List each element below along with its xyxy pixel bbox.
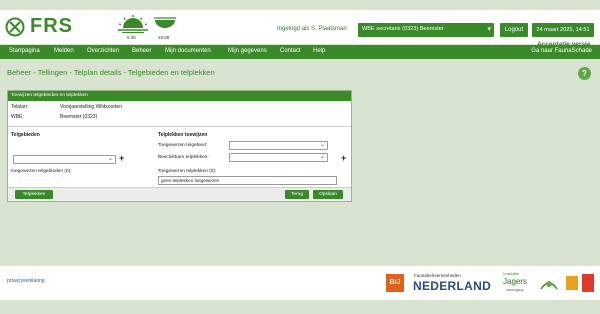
wbe-value: Beemster (0323) xyxy=(60,114,98,120)
terug-button[interactable]: Terug xyxy=(285,190,309,199)
assigned-area-label: Toegewezen telgebied: xyxy=(158,143,208,148)
chevron-down-icon: ⌄ xyxy=(107,156,113,162)
panel-title: Toewijzen telgebieden en telplekken xyxy=(8,91,351,101)
nav-item-mijn-gegevens[interactable]: Mijn gegevens xyxy=(228,48,267,54)
nav-item-melden[interactable]: Melden xyxy=(54,48,74,54)
add-telgebied-button[interactable]: + xyxy=(119,153,124,163)
assigned-spots-list[interactable]: geen telplekken toegewezen xyxy=(158,176,337,185)
assigned-spots-label: Toegewezen telplekken (0): xyxy=(158,169,217,174)
divider xyxy=(8,126,351,127)
organization-select-value: WBE secretaris (0323) Beemster xyxy=(362,26,444,32)
frs-logo-icon[interactable] xyxy=(5,17,25,37)
available-spots-label: Beschikbare telplekken: xyxy=(158,155,209,160)
partner-badge-icon xyxy=(566,276,578,290)
add-telplek-button[interactable]: + xyxy=(341,153,346,163)
jagers-prefix: koninklijke xyxy=(503,272,520,276)
telplan-label: Telplan: xyxy=(11,104,29,110)
nav-item-faunaschade[interactable]: Ga naar FaunaSchade xyxy=(531,48,592,54)
telplekken-button[interactable]: Telplekken xyxy=(15,190,53,199)
nav-item-startpagina[interactable]: Startpagina xyxy=(9,48,40,54)
partner-logo-icon xyxy=(540,281,558,290)
nav-item-contact[interactable]: Contact xyxy=(280,48,301,54)
assignment-panel: Toewijzen telgebieden en telplekken Telp… xyxy=(7,90,352,202)
main-nav: Startpagina Melden Overzichten Beheer Mi… xyxy=(0,45,600,59)
sunset-time: 18:58 xyxy=(158,35,170,40)
jagers-logo: Jagers xyxy=(503,277,528,286)
bij12-logo: BIJ xyxy=(386,274,404,292)
privacy-link[interactable]: privacyverklaring xyxy=(7,278,45,284)
logout-button[interactable]: Logout xyxy=(500,23,528,37)
chevron-down-icon: ⌄ xyxy=(319,154,325,160)
opslaan-button[interactable]: Opslaan xyxy=(313,190,343,199)
logged-in-user: Ingelogd als S. Plaatsman xyxy=(277,26,347,32)
help-icon[interactable]: ? xyxy=(578,67,591,80)
telplan-value: Voorjaarstelling Wildsoorten xyxy=(60,104,122,110)
telplekken-heading: Telplekken toewijzen xyxy=(158,132,208,138)
fbe-subtitle: Faunabeheereenheden xyxy=(414,273,461,278)
assigned-telgebieden-label: toegewezen telgebieden (0): xyxy=(11,169,72,174)
page-footer: privacyverklaring BIJ Faunabeheereenhede… xyxy=(0,266,600,300)
jagers-suffix: vereniging xyxy=(506,288,524,292)
partner-flag-icon xyxy=(582,274,594,292)
nav-item-mijn-documenten[interactable]: Mijn documenten xyxy=(165,48,211,54)
fbe-nederland-logo: NEDERLAND xyxy=(413,279,492,293)
available-spots-select[interactable]: ⌄ xyxy=(229,153,328,162)
sunrise-time: 6:36 xyxy=(127,35,136,40)
app-window: FRS 6:36 18:58 Ingelogd als S. Plaatsman… xyxy=(0,0,600,314)
telgebieden-heading: Telgebieden xyxy=(11,132,40,138)
wbe-label: WBE: xyxy=(11,114,24,120)
chevron-down-icon: ▾ xyxy=(487,26,491,33)
organization-select[interactable]: WBE secretaris (0323) Beemster ▾ xyxy=(358,23,494,37)
telgebied-select[interactable]: ⌄ xyxy=(13,155,116,164)
assigned-area-select[interactable]: ⌄ xyxy=(229,141,328,150)
nav-item-overzichten[interactable]: Overzichten xyxy=(87,48,119,54)
header: FRS 6:36 18:58 Ingelogd als S. Plaatsman… xyxy=(0,10,600,48)
nav-item-help[interactable]: Help xyxy=(313,48,325,54)
nav-item-beheer[interactable]: Beheer xyxy=(132,48,151,54)
panel-footer: Telplekken Terug Opslaan xyxy=(8,187,351,201)
breadcrumb: Beheer - Tellingen - Telplan details - T… xyxy=(7,68,215,77)
brand-name[interactable]: FRS xyxy=(30,15,73,38)
date-display: 24 maart 2025, 14:51 xyxy=(532,23,594,37)
chevron-down-icon: ⌄ xyxy=(319,142,325,148)
